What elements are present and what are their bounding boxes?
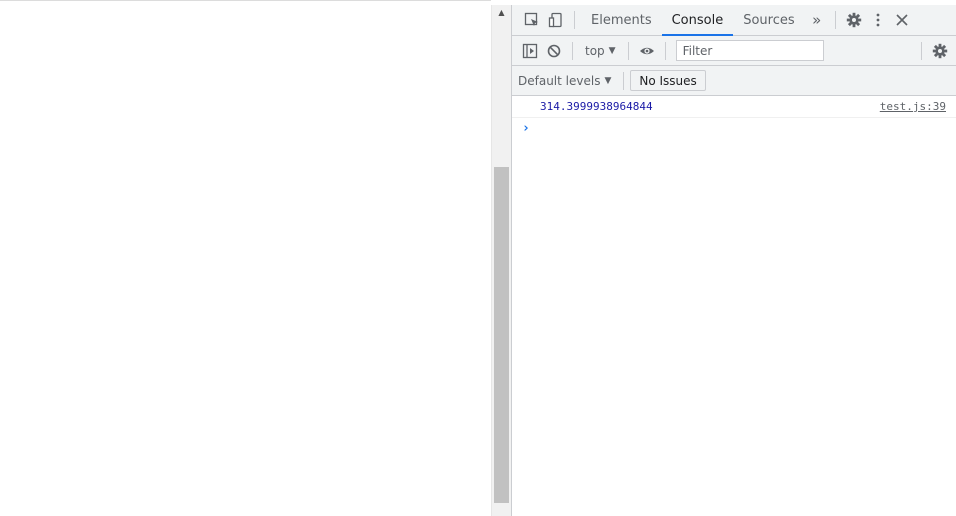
more-tabs-icon[interactable]: » bbox=[805, 8, 829, 32]
inspect-element-icon[interactable] bbox=[520, 8, 544, 32]
caret-down-icon: ▼ bbox=[608, 45, 616, 56]
log-value: 314.3999938964844 bbox=[540, 100, 653, 113]
toolbar-separator bbox=[664, 41, 666, 60]
context-selector-label: top bbox=[585, 43, 605, 58]
toolbar-separator bbox=[623, 71, 625, 90]
filter-input[interactable] bbox=[675, 40, 824, 61]
devtools-tab-bar: Elements Console Sources » bbox=[512, 5, 956, 36]
log-source-link[interactable]: test.js:39 bbox=[880, 100, 946, 113]
sidebar-toggle-icon[interactable] bbox=[518, 39, 542, 63]
close-icon[interactable] bbox=[890, 8, 914, 32]
console-prompt[interactable]: › bbox=[512, 118, 956, 138]
tab-console[interactable]: Console bbox=[661, 5, 734, 36]
console-settings-gear-icon[interactable] bbox=[928, 39, 952, 63]
console-toolbar: top ▼ bbox=[512, 36, 956, 66]
more-vertical-icon[interactable] bbox=[866, 8, 890, 32]
toolbar-separator bbox=[572, 41, 573, 60]
gear-icon[interactable] bbox=[842, 8, 866, 32]
eye-icon[interactable] bbox=[635, 39, 659, 63]
console-message: 314.3999938964844 test.js:39 bbox=[512, 96, 956, 118]
toolbar-separator bbox=[574, 11, 575, 29]
tab-elements[interactable]: Elements bbox=[581, 5, 662, 36]
toolbar-separator bbox=[627, 41, 629, 60]
page-scrollbar[interactable]: ▲ bbox=[491, 5, 511, 516]
clear-console-icon[interactable] bbox=[542, 39, 566, 63]
log-levels-dropdown[interactable]: Default levels ▼ bbox=[512, 74, 617, 88]
context-selector[interactable]: top ▼ bbox=[579, 44, 622, 58]
prompt-chevron-icon: › bbox=[522, 120, 530, 136]
issues-button[interactable]: No Issues bbox=[630, 70, 706, 91]
scroll-up-arrow-icon[interactable]: ▲ bbox=[492, 5, 511, 21]
tab-sources[interactable]: Sources bbox=[733, 5, 804, 36]
page-viewport bbox=[0, 0, 491, 516]
device-toolbar-icon[interactable] bbox=[544, 8, 568, 32]
log-levels-label: Default levels bbox=[518, 73, 601, 88]
console-toolbar-secondary: Default levels ▼ No Issues bbox=[512, 66, 956, 96]
toolbar-separator bbox=[834, 11, 836, 29]
caret-down-icon: ▼ bbox=[604, 75, 612, 86]
scrollbar-thumb[interactable] bbox=[494, 167, 509, 503]
toolbar-separator bbox=[921, 41, 922, 60]
devtools-panel: Elements Console Sources » top ▼ Filter … bbox=[511, 5, 956, 516]
console-output[interactable]: 314.3999938964844 test.js:39 › bbox=[512, 96, 956, 516]
